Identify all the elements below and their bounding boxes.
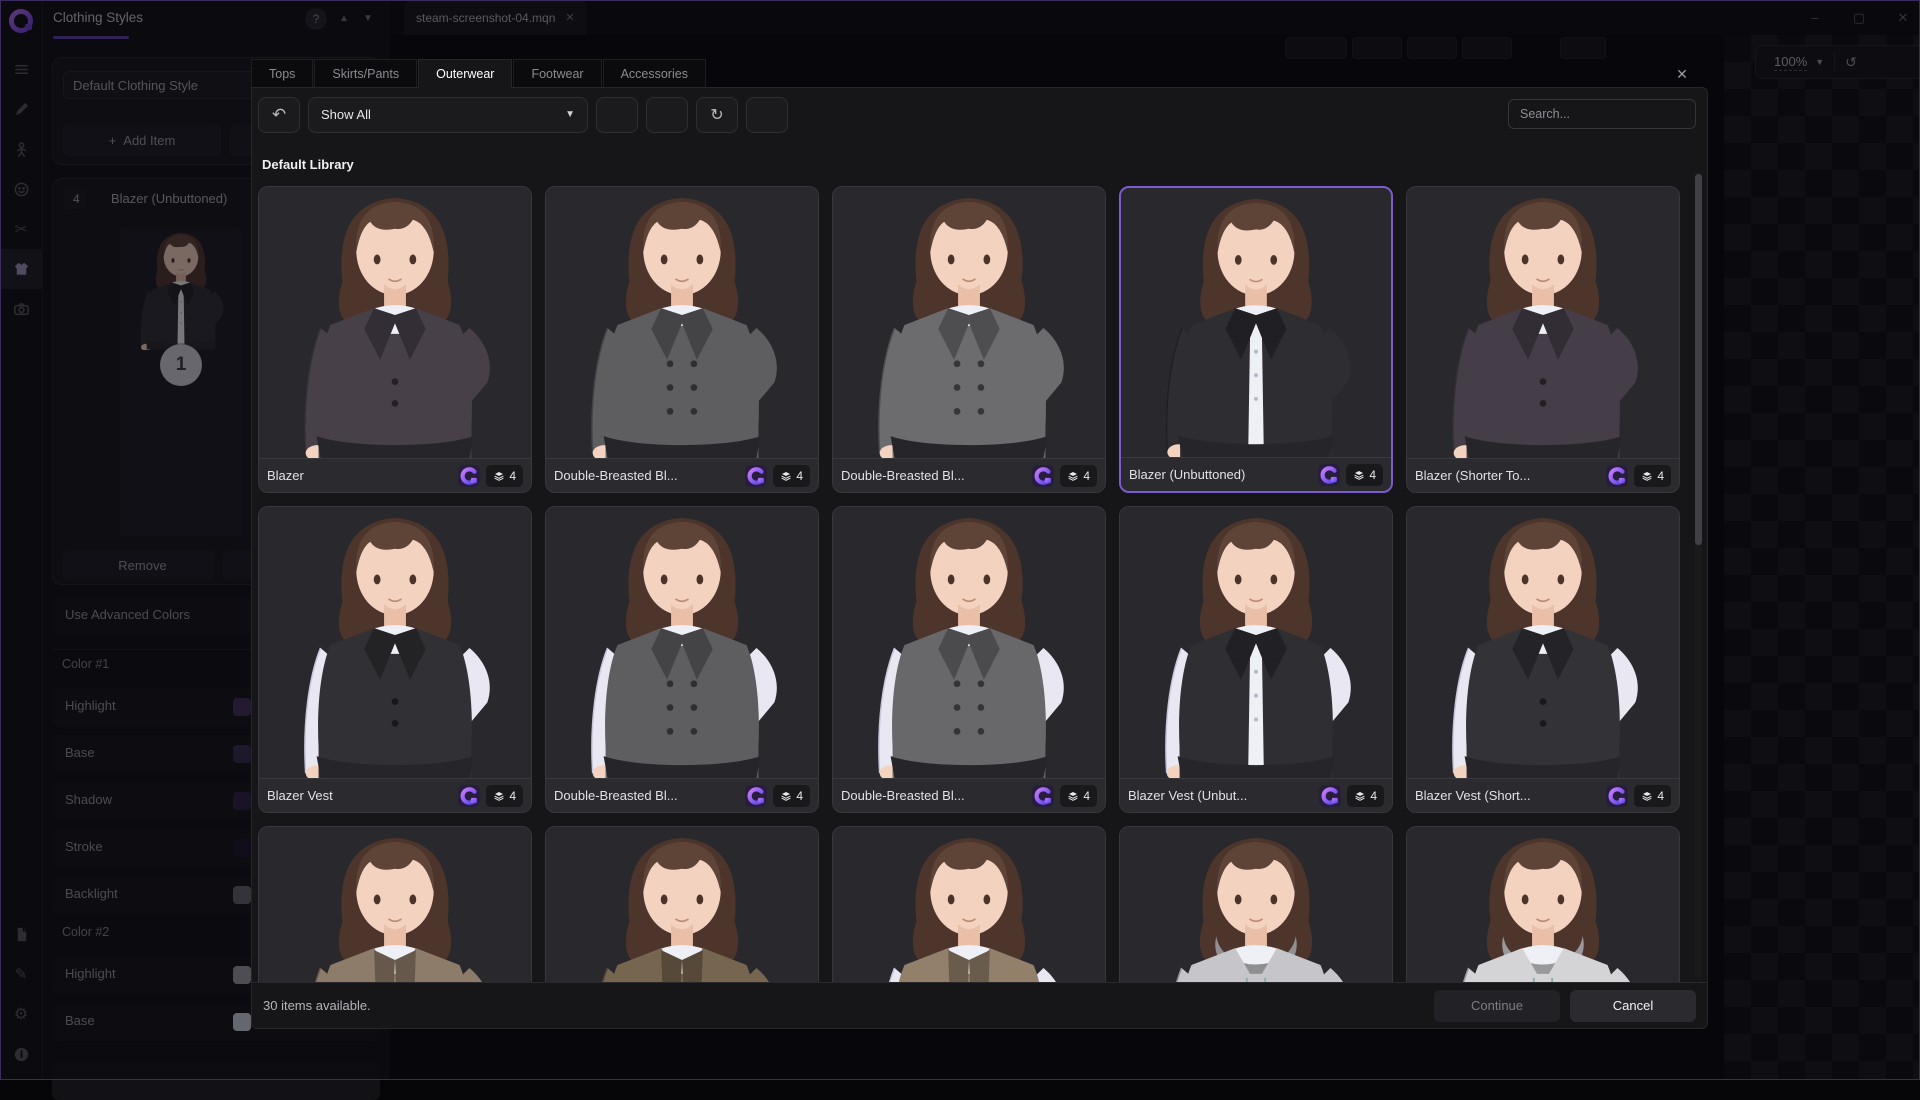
item-thumbnail bbox=[1407, 187, 1679, 458]
item-name: Double-Breasted Bl... bbox=[554, 788, 739, 803]
item-label-bar: Blazer Vest 4 bbox=[259, 778, 531, 812]
layer-count-badge: 4 bbox=[486, 465, 523, 487]
brand-badge bbox=[745, 785, 767, 807]
undo-button[interactable]: ↶ bbox=[258, 97, 300, 133]
library-item-card[interactable]: Double-Breasted Bl... 4 bbox=[545, 506, 819, 813]
item-thumbnail bbox=[259, 827, 531, 982]
item-name: Blazer Vest bbox=[267, 788, 452, 803]
tab-footwear[interactable]: Footwear bbox=[513, 59, 601, 88]
item-thumbnail bbox=[259, 187, 531, 458]
brand-badge bbox=[1032, 785, 1054, 807]
library-item-card[interactable]: Blazer (Unbuttoned) 4 bbox=[1119, 186, 1393, 493]
tab-accessories[interactable]: Accessories bbox=[603, 59, 706, 88]
item-name: Double-Breasted Bl... bbox=[841, 468, 1026, 483]
item-thumbnail bbox=[833, 827, 1105, 982]
dialog-close-button[interactable]: ✕ bbox=[1670, 62, 1694, 86]
item-name: Blazer Vest (Unbut... bbox=[1128, 788, 1313, 803]
layer-count-badge: 4 bbox=[486, 785, 523, 807]
library-item-card[interactable]: 4 bbox=[832, 826, 1106, 982]
tab-outerwear[interactable]: Outerwear bbox=[418, 59, 512, 88]
items-available-status: 30 items available. bbox=[263, 998, 371, 1013]
item-name: Blazer Vest (Short... bbox=[1415, 788, 1600, 803]
model-button[interactable] bbox=[646, 97, 688, 133]
dialog-body: ↶ Show All ▼ ↻ Default Library Blazer bbox=[251, 87, 1708, 1029]
filter-select[interactable]: Show All ▼ bbox=[308, 97, 588, 133]
brand-badge bbox=[745, 465, 767, 487]
dialog-footer: 30 items available. Continue Cancel bbox=[252, 982, 1707, 1028]
library-item-card[interactable]: Blazer Vest (Unbut... 4 bbox=[1119, 506, 1393, 813]
brand-badge bbox=[1319, 785, 1341, 807]
library-toolbar: ↶ Show All ▼ ↻ bbox=[252, 88, 1707, 141]
item-label-bar: Double-Breasted Bl... 4 bbox=[833, 458, 1105, 492]
item-thumbnail bbox=[546, 187, 818, 458]
cancel-button[interactable]: Cancel bbox=[1570, 990, 1696, 1022]
scrollbar[interactable] bbox=[1695, 172, 1702, 978]
brand-badge bbox=[458, 465, 480, 487]
layer-count-badge: 4 bbox=[1060, 465, 1097, 487]
item-label-bar: Blazer (Shorter To... 4 bbox=[1407, 458, 1679, 492]
library-item-card[interactable]: 4 bbox=[258, 826, 532, 982]
item-thumbnail bbox=[1120, 507, 1392, 778]
item-label-bar: Blazer (Unbuttoned) 4 bbox=[1121, 457, 1391, 491]
tab-skirts-pants[interactable]: Skirts/Pants bbox=[314, 59, 417, 88]
library-scroll-area: Default Library Blazer 4Double-Breasted … bbox=[252, 141, 1707, 982]
item-label-bar: Double-Breasted Bl... 4 bbox=[546, 778, 818, 812]
item-name: Blazer bbox=[267, 468, 452, 483]
continue-button[interactable]: Continue bbox=[1434, 990, 1560, 1022]
item-thumbnail bbox=[1407, 507, 1679, 778]
clothing-library-dialog: TopsSkirts/PantsOuterwearFootwearAccesso… bbox=[251, 59, 1708, 1029]
library-section-title: Default Library bbox=[262, 157, 1707, 172]
layer-count-badge: 4 bbox=[1060, 785, 1097, 807]
info-button[interactable] bbox=[596, 97, 638, 133]
item-thumbnail bbox=[833, 507, 1105, 778]
library-item-card[interactable]: Blazer Vest (Short... 4 bbox=[1406, 506, 1680, 813]
layer-count-badge: 4 bbox=[773, 465, 810, 487]
item-grid: Blazer 4Double-Breasted Bl... 4Double-Br… bbox=[252, 186, 1688, 982]
category-tabs: TopsSkirts/PantsOuterwearFootwearAccesso… bbox=[251, 59, 707, 87]
library-item-card[interactable]: 4 bbox=[1119, 826, 1393, 982]
library-item-card[interactable]: Double-Breasted Bl... 4 bbox=[832, 506, 1106, 813]
library-item-card[interactable]: 4 bbox=[545, 826, 819, 982]
layer-count-badge: 4 bbox=[1634, 785, 1671, 807]
item-thumbnail bbox=[546, 827, 818, 982]
brand-badge bbox=[458, 785, 480, 807]
tab-tops[interactable]: Tops bbox=[251, 59, 313, 88]
library-search bbox=[1508, 99, 1696, 129]
item-thumbnail bbox=[1121, 188, 1391, 457]
item-thumbnail bbox=[833, 187, 1105, 458]
item-label-bar: Double-Breasted Bl... 4 bbox=[833, 778, 1105, 812]
brand-badge bbox=[1318, 464, 1340, 486]
library-item-card[interactable]: Blazer (Shorter To... 4 bbox=[1406, 186, 1680, 493]
search-input[interactable] bbox=[1518, 106, 1686, 122]
brand-badge bbox=[1606, 785, 1628, 807]
filter-select-value: Show All bbox=[321, 107, 371, 122]
refresh-button[interactable]: ↻ bbox=[696, 97, 738, 133]
item-label-bar: Blazer 4 bbox=[259, 458, 531, 492]
item-thumbnail bbox=[259, 507, 531, 778]
library-item-card[interactable]: Double-Breasted Bl... 4 bbox=[832, 186, 1106, 493]
layer-count-badge: 4 bbox=[773, 785, 810, 807]
layer-count-badge: 4 bbox=[1347, 785, 1384, 807]
select-caret-icon: ▼ bbox=[565, 109, 575, 120]
item-label-bar: Blazer Vest (Short... 4 bbox=[1407, 778, 1679, 812]
layer-count-badge: 4 bbox=[1346, 464, 1383, 486]
library-item-card[interactable]: Double-Breasted Bl... 4 bbox=[545, 186, 819, 493]
item-name: Blazer (Unbuttoned) bbox=[1129, 467, 1312, 482]
item-label-bar: Blazer Vest (Unbut... 4 bbox=[1120, 778, 1392, 812]
layer-count-badge: 4 bbox=[1634, 465, 1671, 487]
brand-badge bbox=[1606, 465, 1628, 487]
library-item-card[interactable]: 4 bbox=[1406, 826, 1680, 982]
item-label-bar: Double-Breasted Bl... 4 bbox=[546, 458, 818, 492]
scrollbar-thumb[interactable] bbox=[1695, 174, 1702, 545]
item-thumbnail bbox=[546, 507, 818, 778]
item-name: Blazer (Shorter To... bbox=[1415, 468, 1600, 483]
item-thumbnail bbox=[1120, 827, 1392, 982]
item-thumbnail bbox=[1407, 827, 1679, 982]
brand-filter-button[interactable] bbox=[746, 97, 788, 133]
item-name: Double-Breasted Bl... bbox=[841, 788, 1026, 803]
item-name: Double-Breasted Bl... bbox=[554, 468, 739, 483]
library-item-card[interactable]: Blazer Vest 4 bbox=[258, 506, 532, 813]
brand-badge bbox=[1032, 465, 1054, 487]
library-item-card[interactable]: Blazer 4 bbox=[258, 186, 532, 493]
